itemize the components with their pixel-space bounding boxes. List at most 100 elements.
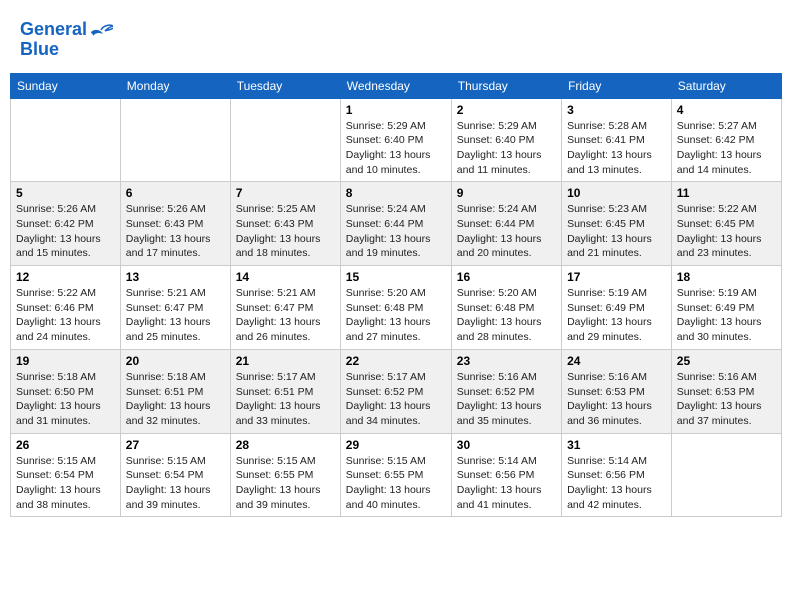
calendar-cell: 8 Sunrise: 5:24 AM Sunset: 6:44 PM Daylig… [340, 182, 451, 266]
logo-bird-icon [89, 22, 113, 40]
calendar-cell: 3 Sunrise: 5:28 AM Sunset: 6:41 PM Daylig… [562, 98, 672, 182]
day-info: Sunrise: 5:27 AM Sunset: 6:42 PM Dayligh… [677, 119, 776, 178]
calendar-week-row-3: 12 Sunrise: 5:22 AM Sunset: 6:46 PM Dayli… [11, 266, 782, 350]
calendar-cell [671, 433, 781, 517]
day-info: Sunrise: 5:22 AM Sunset: 6:45 PM Dayligh… [677, 202, 776, 261]
day-info: Sunrise: 5:21 AM Sunset: 6:47 PM Dayligh… [126, 286, 225, 345]
calendar-cell: 18Sunrise: 5:19 AM Sunset: 6:49 PM Dayli… [671, 266, 781, 350]
day-number: 28 [236, 438, 335, 452]
calendar-cell: 12 Sunrise: 5:22 AM Sunset: 6:46 PM Dayli… [11, 266, 121, 350]
weekday-header-friday: Friday [562, 73, 672, 98]
calendar-cell: 22Sunrise: 5:17 AM Sunset: 6:52 PM Dayli… [340, 349, 451, 433]
logo: General Blue [20, 20, 113, 60]
calendar-week-row-1: 1 Sunrise: 5:29 AM Sunset: 6:40 PM Daylig… [11, 98, 782, 182]
calendar-cell: 28 Sunrise: 5:15 AM Sunset: 6:55 PM Dayli… [230, 433, 340, 517]
day-number: 7 [236, 186, 335, 200]
day-number: 1 [346, 103, 446, 117]
day-number: 17 [567, 270, 666, 284]
day-number: 12 [16, 270, 115, 284]
day-info: Sunrise: 5:19 AM Sunset: 6:49 PM Dayligh… [567, 286, 666, 345]
day-number: 15 [346, 270, 446, 284]
day-number: 23 [457, 354, 556, 368]
day-info: Sunrise: 5:29 AM Sunset: 6:40 PM Dayligh… [457, 119, 556, 178]
calendar-cell: 20 Sunrise: 5:18 AM Sunset: 6:51 PM Dayli… [120, 349, 230, 433]
day-number: 21 [236, 354, 335, 368]
day-number: 29 [346, 438, 446, 452]
weekday-header-wednesday: Wednesday [340, 73, 451, 98]
day-info: Sunrise: 5:17 AM Sunset: 6:51 PM Dayligh… [236, 370, 335, 429]
calendar-cell: 13 Sunrise: 5:21 AM Sunset: 6:47 PM Dayli… [120, 266, 230, 350]
calendar-cell: 4 Sunrise: 5:27 AM Sunset: 6:42 PM Daylig… [671, 98, 781, 182]
day-info: Sunrise: 5:16 AM Sunset: 6:53 PM Dayligh… [677, 370, 776, 429]
calendar-cell: 24 Sunrise: 5:16 AM Sunset: 6:53 PM Dayli… [562, 349, 672, 433]
calendar-cell: 10 Sunrise: 5:23 AM Sunset: 6:45 PM Dayli… [562, 182, 672, 266]
day-info: Sunrise: 5:16 AM Sunset: 6:53 PM Dayligh… [567, 370, 666, 429]
day-number: 9 [457, 186, 556, 200]
logo-blue: Blue [20, 39, 59, 59]
day-info: Sunrise: 5:17 AM Sunset: 6:52 PM Dayligh… [346, 370, 446, 429]
weekday-header-sunday: Sunday [11, 73, 121, 98]
weekday-header-row: SundayMondayTuesdayWednesdayThursdayFrid… [11, 73, 782, 98]
day-number: 30 [457, 438, 556, 452]
day-info: Sunrise: 5:20 AM Sunset: 6:48 PM Dayligh… [457, 286, 556, 345]
calendar-week-row-2: 5Sunrise: 5:26 AM Sunset: 6:42 PM Daylig… [11, 182, 782, 266]
day-number: 11 [677, 186, 776, 200]
calendar-cell: 11 Sunrise: 5:22 AM Sunset: 6:45 PM Dayli… [671, 182, 781, 266]
calendar-cell [11, 98, 121, 182]
day-number: 24 [567, 354, 666, 368]
weekday-header-saturday: Saturday [671, 73, 781, 98]
day-number: 26 [16, 438, 115, 452]
day-info: Sunrise: 5:24 AM Sunset: 6:44 PM Dayligh… [346, 202, 446, 261]
calendar-cell: 26Sunrise: 5:15 AM Sunset: 6:54 PM Dayli… [11, 433, 121, 517]
day-info: Sunrise: 5:22 AM Sunset: 6:46 PM Dayligh… [16, 286, 115, 345]
day-info: Sunrise: 5:25 AM Sunset: 6:43 PM Dayligh… [236, 202, 335, 261]
day-number: 10 [567, 186, 666, 200]
day-number: 14 [236, 270, 335, 284]
calendar-cell: 29 Sunrise: 5:15 AM Sunset: 6:55 PM Dayli… [340, 433, 451, 517]
day-info: Sunrise: 5:15 AM Sunset: 6:54 PM Dayligh… [126, 454, 225, 513]
day-info: Sunrise: 5:23 AM Sunset: 6:45 PM Dayligh… [567, 202, 666, 261]
page-header: General Blue [10, 10, 782, 65]
weekday-header-thursday: Thursday [451, 73, 561, 98]
day-info: Sunrise: 5:28 AM Sunset: 6:41 PM Dayligh… [567, 119, 666, 178]
day-info: Sunrise: 5:19 AM Sunset: 6:49 PM Dayligh… [677, 286, 776, 345]
calendar-cell [120, 98, 230, 182]
calendar-cell: 7 Sunrise: 5:25 AM Sunset: 6:43 PM Daylig… [230, 182, 340, 266]
calendar-cell: 31Sunrise: 5:14 AM Sunset: 6:56 PM Dayli… [562, 433, 672, 517]
day-info: Sunrise: 5:14 AM Sunset: 6:56 PM Dayligh… [457, 454, 556, 513]
calendar-cell: 5Sunrise: 5:26 AM Sunset: 6:42 PM Daylig… [11, 182, 121, 266]
calendar-table: SundayMondayTuesdayWednesdayThursdayFrid… [10, 73, 782, 518]
day-info: Sunrise: 5:15 AM Sunset: 6:55 PM Dayligh… [346, 454, 446, 513]
day-info: Sunrise: 5:21 AM Sunset: 6:47 PM Dayligh… [236, 286, 335, 345]
day-number: 2 [457, 103, 556, 117]
calendar-cell: 1 Sunrise: 5:29 AM Sunset: 6:40 PM Daylig… [340, 98, 451, 182]
day-number: 20 [126, 354, 225, 368]
logo-text: General Blue [20, 20, 87, 60]
day-info: Sunrise: 5:26 AM Sunset: 6:42 PM Dayligh… [16, 202, 115, 261]
day-info: Sunrise: 5:24 AM Sunset: 6:44 PM Dayligh… [457, 202, 556, 261]
calendar-cell: 2 Sunrise: 5:29 AM Sunset: 6:40 PM Daylig… [451, 98, 561, 182]
day-number: 13 [126, 270, 225, 284]
calendar-cell: 30 Sunrise: 5:14 AM Sunset: 6:56 PM Dayli… [451, 433, 561, 517]
day-info: Sunrise: 5:29 AM Sunset: 6:40 PM Dayligh… [346, 119, 446, 178]
calendar-cell: 16 Sunrise: 5:20 AM Sunset: 6:48 PM Dayli… [451, 266, 561, 350]
calendar-cell: 25 Sunrise: 5:16 AM Sunset: 6:53 PM Dayli… [671, 349, 781, 433]
day-number: 8 [346, 186, 446, 200]
day-info: Sunrise: 5:16 AM Sunset: 6:52 PM Dayligh… [457, 370, 556, 429]
day-info: Sunrise: 5:15 AM Sunset: 6:55 PM Dayligh… [236, 454, 335, 513]
day-number: 19 [16, 354, 115, 368]
day-number: 4 [677, 103, 776, 117]
calendar-cell: 17 Sunrise: 5:19 AM Sunset: 6:49 PM Dayli… [562, 266, 672, 350]
logo-general: General [20, 19, 87, 39]
day-number: 6 [126, 186, 225, 200]
day-number: 3 [567, 103, 666, 117]
day-info: Sunrise: 5:18 AM Sunset: 6:51 PM Dayligh… [126, 370, 225, 429]
calendar-cell: 21 Sunrise: 5:17 AM Sunset: 6:51 PM Dayli… [230, 349, 340, 433]
day-number: 31 [567, 438, 666, 452]
day-info: Sunrise: 5:26 AM Sunset: 6:43 PM Dayligh… [126, 202, 225, 261]
calendar-cell: 19Sunrise: 5:18 AM Sunset: 6:50 PM Dayli… [11, 349, 121, 433]
day-number: 25 [677, 354, 776, 368]
calendar-week-row-4: 19Sunrise: 5:18 AM Sunset: 6:50 PM Dayli… [11, 349, 782, 433]
calendar-cell: 27Sunrise: 5:15 AM Sunset: 6:54 PM Dayli… [120, 433, 230, 517]
day-number: 16 [457, 270, 556, 284]
